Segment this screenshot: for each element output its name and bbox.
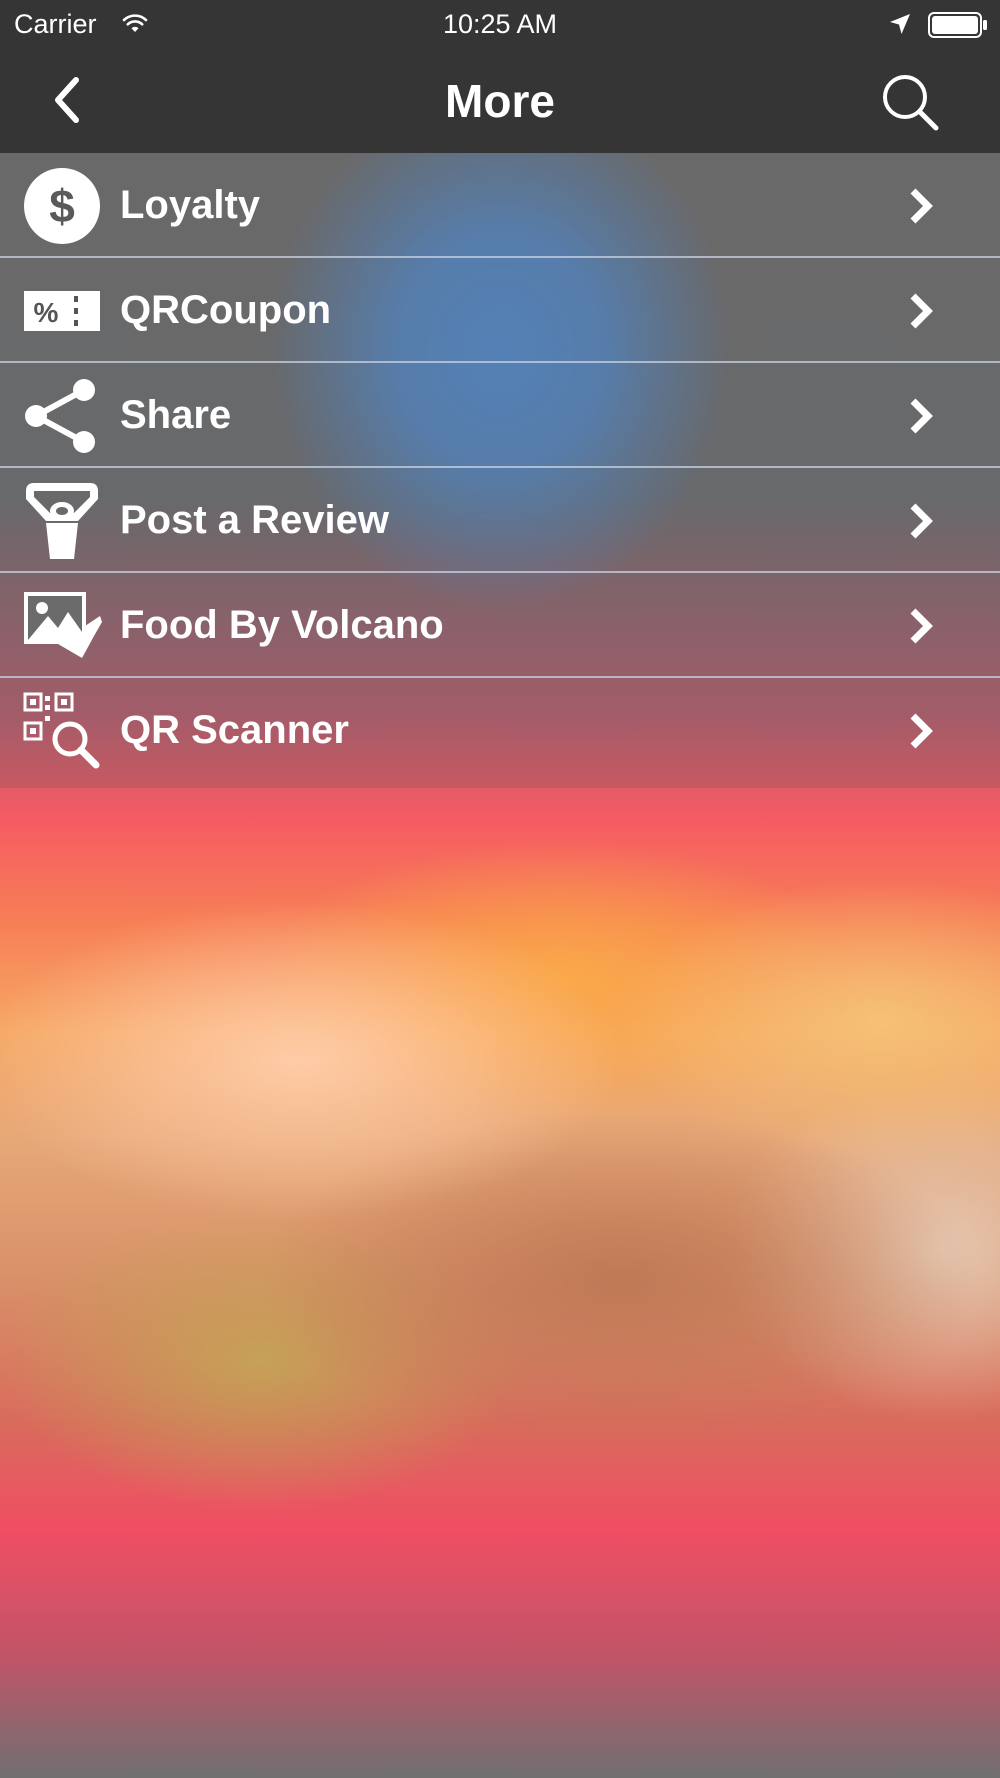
menu-item-label: Food By Volcano (120, 603, 444, 647)
navigation-bar: More (0, 50, 1000, 153)
clock: 10:25 AM (442, 9, 558, 39)
chevron-right-icon (910, 608, 933, 644)
menu-item-share[interactable]: Share (0, 363, 1000, 468)
location-arrow-icon (890, 14, 910, 34)
top-bar: Carrier 10:25 AM More (0, 0, 1000, 153)
chevron-right-icon (910, 293, 933, 329)
menu-item-post-a-review[interactable]: Post a Review (0, 468, 1000, 573)
dollar-coin-icon: $ (24, 168, 100, 244)
search-icon[interactable] (878, 70, 944, 136)
menu-item-label: QRCoupon (120, 288, 332, 332)
qr-scanner-icon (23, 692, 100, 769)
menu-item-label: Share (120, 393, 232, 437)
menu-item-label: QR Scanner (120, 708, 349, 752)
menu-item-qrcoupon[interactable]: % QRCoupon (0, 258, 1000, 363)
menu-item-label: Post a Review (120, 498, 390, 542)
more-menu-list: $ Loyalty % QRCoupon Share Post a Review… (0, 153, 1000, 783)
status-bar: Carrier 10:25 AM (0, 0, 1000, 50)
page-title: More (445, 75, 555, 127)
screen: Carrier 10:25 AM More $ Loyalty % QRCoup… (0, 0, 1000, 1778)
menu-item-loyalty[interactable]: $ Loyalty (0, 153, 1000, 258)
chevron-right-icon (910, 503, 933, 539)
menu-item-food-by-volcano[interactable]: Food By Volcano (0, 573, 1000, 678)
coupon-ticket-icon: % (24, 291, 100, 331)
review-person-icon (26, 483, 98, 559)
share-icon (25, 379, 95, 453)
svg-text:$: $ (49, 180, 75, 232)
chevron-right-icon (910, 398, 933, 434)
chevron-right-icon (910, 188, 933, 224)
photo-gallery-icon (24, 592, 102, 658)
battery-icon (928, 12, 987, 38)
svg-text:%: % (34, 297, 59, 328)
menu-item-qr-scanner[interactable]: QR Scanner (0, 678, 1000, 783)
menu-item-label: Loyalty (120, 183, 261, 227)
chevron-right-icon (910, 713, 933, 749)
